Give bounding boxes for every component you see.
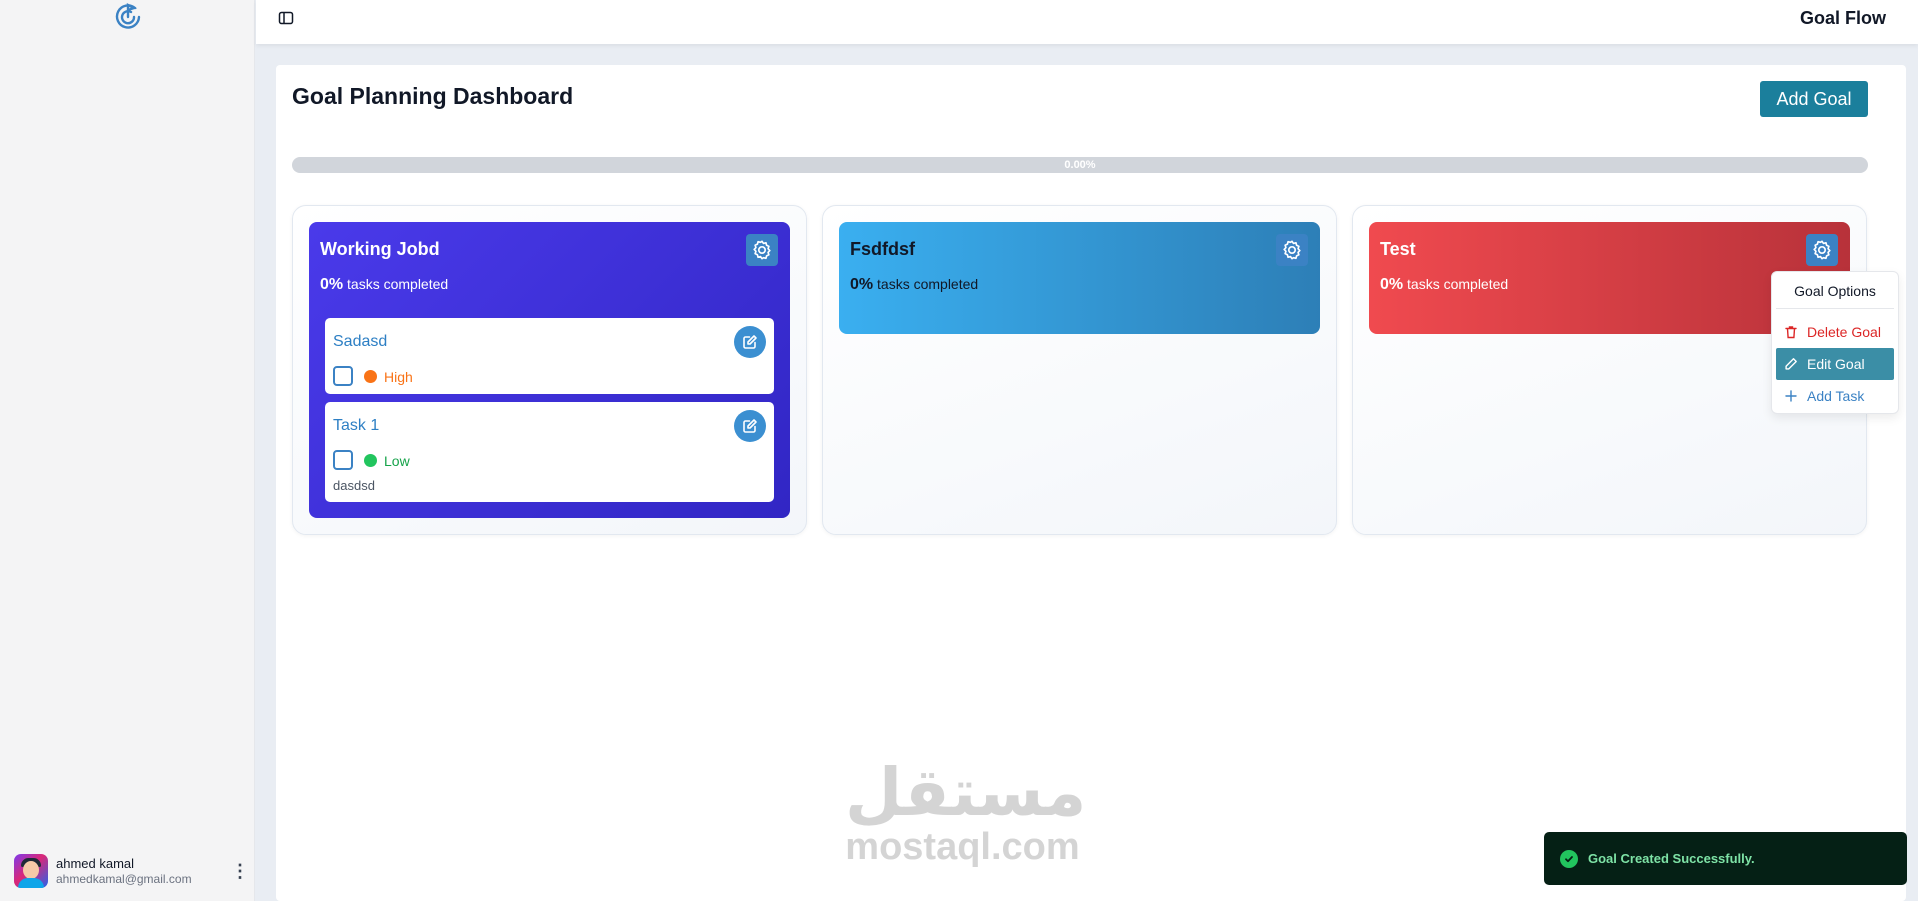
- delete-goal-label: Delete Goal: [1807, 324, 1881, 340]
- goal-target-logo-icon[interactable]: [113, 2, 143, 32]
- goal-settings-gear-icon[interactable]: [1276, 234, 1308, 266]
- goal-title: Working Jobd: [320, 239, 440, 259]
- more-vertical-icon[interactable]: ⋮: [231, 862, 249, 880]
- goal-progress-text: 0% tasks completed: [320, 276, 448, 294]
- dashboard-panel: Goal Planning Dashboard Add Goal 0.00% W…: [276, 65, 1906, 901]
- task-card: Task 1 Low dasdsd: [325, 402, 774, 502]
- task-card: Sadasd High: [325, 318, 774, 394]
- task-title: Sadasd: [333, 333, 388, 350]
- goal-percent-suffix: tasks completed: [877, 276, 979, 292]
- pencil-icon: [1785, 358, 1797, 370]
- goal-title: Test: [1380, 239, 1416, 259]
- edit-goal-menu-item[interactable]: Edit Goal: [1776, 348, 1894, 380]
- success-toast: Goal Created Successfully.: [1544, 832, 1907, 885]
- goal-progress-text: 0% tasks completed: [1380, 276, 1508, 294]
- add-task-menu-item[interactable]: Add Task: [1776, 380, 1894, 412]
- goal-column: Working Jobd 0% tasks completed Sadasd H…: [292, 205, 807, 535]
- goal-settings-gear-icon[interactable]: [746, 234, 778, 266]
- priority-dot: [364, 370, 377, 383]
- sidebar: ahmed kamal ahmedkamal@gmail.com ⋮: [0, 0, 255, 901]
- page-title: Goal Planning Dashboard: [292, 83, 574, 109]
- goal-card: Fsdfdsf 0% tasks completed: [839, 222, 1320, 334]
- overall-progress-bar: 0.00%: [292, 157, 1868, 173]
- avatar: [14, 854, 48, 888]
- goal-percent: 0%: [1380, 276, 1404, 293]
- task-title: Task 1: [333, 417, 380, 434]
- user-name: ahmed kamal: [56, 856, 135, 871]
- top-bar: Goal Flow: [256, 0, 1918, 44]
- toast-message: Goal Created Successfully.: [1588, 851, 1755, 866]
- edit-task-icon[interactable]: [734, 410, 766, 442]
- app-title: Goal Flow: [1799, 8, 1886, 28]
- user-email: ahmedkamal@gmail.com: [56, 871, 192, 886]
- add-task-label: Add Task: [1807, 388, 1865, 404]
- add-goal-button[interactable]: Add Goal: [1760, 81, 1868, 117]
- task-priority: High: [384, 369, 413, 385]
- goal-progress-text: 0% tasks completed: [850, 276, 978, 294]
- sidebar-toggle-icon[interactable]: [278, 10, 294, 26]
- priority-dot: [364, 454, 377, 467]
- task-checkbox[interactable]: [333, 366, 353, 386]
- menu-divider: [1776, 308, 1894, 309]
- watermark-arabic: مستقل: [845, 754, 1087, 831]
- user-profile[interactable]: ahmed kamal ahmedkamal@gmail.com ⋮: [14, 852, 249, 890]
- goal-percent-suffix: tasks completed: [347, 276, 449, 292]
- goal-card: Working Jobd 0% tasks completed Sadasd H…: [309, 222, 790, 518]
- goal-percent: 0%: [850, 276, 874, 293]
- goal-title: Fsdfdsf: [850, 239, 915, 259]
- delete-goal-menu-item[interactable]: Delete Goal: [1776, 316, 1894, 348]
- trash-icon: [1785, 326, 1797, 339]
- goal-percent-suffix: tasks completed: [1407, 276, 1509, 292]
- edit-task-icon[interactable]: [734, 326, 766, 358]
- goal-column: Fsdfdsf 0% tasks completed: [822, 205, 1337, 535]
- task-checkbox[interactable]: [333, 450, 353, 470]
- task-description: dasdsd: [333, 478, 375, 493]
- plus-icon: [1785, 390, 1797, 402]
- watermark: مستقل mostaql.com: [845, 754, 1087, 868]
- progress-label: 0.00%: [1064, 159, 1096, 171]
- task-priority: Low: [384, 453, 410, 469]
- goal-settings-gear-icon[interactable]: [1806, 234, 1838, 266]
- check-circle-icon: [1560, 849, 1578, 868]
- edit-goal-label: Edit Goal: [1807, 356, 1865, 372]
- goal-percent: 0%: [320, 276, 344, 293]
- watermark-latin: mostaql.com: [845, 826, 1080, 868]
- goal-options-menu: Goal Options Delete Goal Edit Goal Add T…: [1771, 271, 1899, 414]
- menu-title: Goal Options: [1794, 283, 1876, 299]
